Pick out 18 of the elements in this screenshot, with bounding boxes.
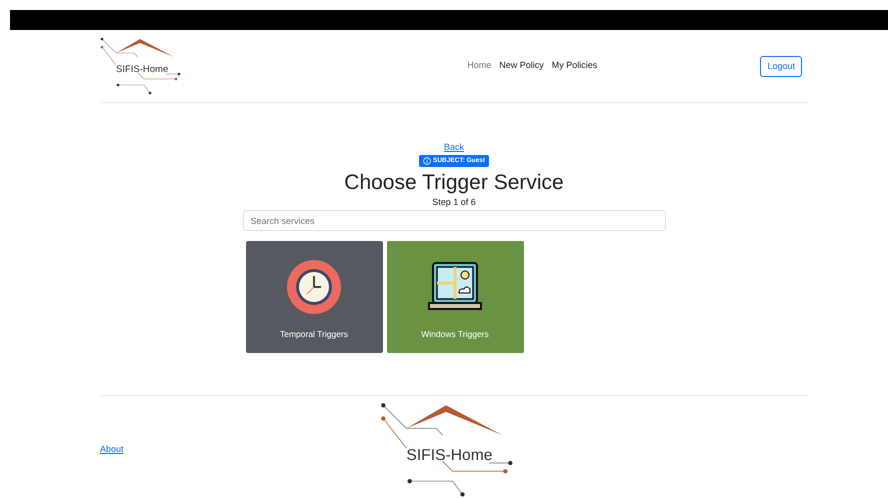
logout-button[interactable]: Logout [760, 56, 802, 76]
nav-link[interactable]: My Policies [552, 59, 598, 73]
search-field[interactable]: Search services [242, 210, 666, 231]
clock-icon [286, 259, 342, 315]
service-label: Temporal Triggers [280, 328, 348, 341]
info-icon [422, 157, 431, 165]
about-link[interactable]: About [100, 443, 380, 457]
service-card[interactable]: Temporal Triggers [246, 241, 382, 353]
nav-link[interactable]: Home [467, 59, 492, 73]
page-title: Choose Trigger Service [344, 172, 564, 193]
back-link[interactable]: Back [444, 143, 464, 152]
logo-text: SIFIS-Home [116, 65, 168, 74]
window-icon [427, 261, 483, 313]
service-card[interactable]: Windows Triggers [386, 241, 524, 353]
logo-text: SIFIS-Home [406, 448, 493, 464]
step-label: Step 1 of 6 [432, 198, 476, 207]
service-label: Windows Triggers [421, 328, 489, 341]
nav-link[interactable]: New Policy [499, 59, 544, 73]
